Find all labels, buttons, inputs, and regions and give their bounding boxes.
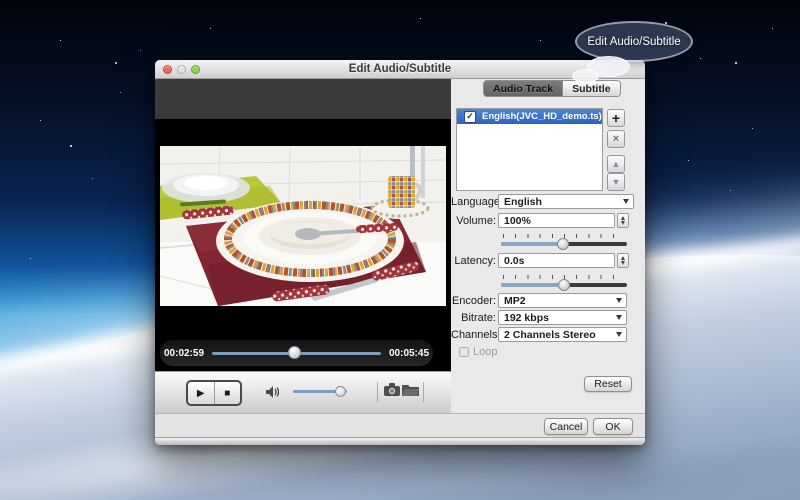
volume-label: Volume: <box>451 215 496 227</box>
play-button[interactable]: ▶ <box>188 382 215 404</box>
latency-input[interactable]: 0.0s <box>498 253 615 268</box>
channels-dropdown[interactable]: 2 Channels Stereo <box>498 327 627 342</box>
ok-button[interactable]: OK <box>593 418 633 435</box>
starfield-bright <box>0 0 2 2</box>
window-content: 00:02:59 00:05:45 ▶ ■ <box>155 79 645 413</box>
seek-slider-thumb[interactable] <box>288 346 301 359</box>
encoder-label: Encoder: <box>451 295 496 307</box>
dropdown-arrow-icon <box>616 332 622 337</box>
total-time: 00:05:45 <box>385 348 433 359</box>
current-time: 00:02:59 <box>160 348 208 359</box>
tab-audio-track[interactable]: Audio Track <box>484 81 562 96</box>
latency-stepper[interactable] <box>617 253 629 268</box>
dialog-footer: Cancel OK <box>155 413 645 438</box>
loop-checkbox[interactable] <box>459 347 469 357</box>
open-folder-icon[interactable] <box>402 383 419 396</box>
annotation-label: Edit Audio/Subtitle <box>587 36 680 48</box>
video-preview-panel: 00:02:59 00:05:45 ▶ ■ <box>155 79 451 413</box>
speaker-icon <box>265 384 283 400</box>
channels-value: 2 Channels Stereo <box>504 329 596 341</box>
tab-bar: Audio Track Subtitle <box>483 80 621 97</box>
track-label: English(JVC_HD_demo.ts) <box>482 111 602 122</box>
dropdown-arrow-icon <box>616 298 622 303</box>
language-value: English <box>504 196 542 208</box>
dropdown-arrow-icon <box>623 199 629 204</box>
tab-subtitle[interactable]: Subtitle <box>562 81 620 96</box>
track-checkbox[interactable]: ✓ <box>464 111 476 123</box>
volume-value: 100% <box>504 215 531 227</box>
dropdown-arrow-icon <box>616 315 622 320</box>
volume-level-slider[interactable] <box>501 234 627 248</box>
desktop: Edit Audio/Subtitle <box>0 0 800 500</box>
audio-settings-panel: Audio Track Subtitle ✓ English(JVC_HD_de… <box>451 79 645 413</box>
slider-fill <box>501 283 564 287</box>
volume-stepper[interactable] <box>617 213 629 228</box>
cancel-button[interactable]: Cancel <box>544 418 588 435</box>
list-item[interactable]: ✓ English(JVC_HD_demo.ts) <box>457 109 602 124</box>
move-down-button[interactable]: ▼ <box>607 173 625 191</box>
divider <box>377 382 378 402</box>
remove-track-button[interactable]: × <box>607 130 625 148</box>
slider-thumb[interactable] <box>557 238 569 250</box>
slider-thumb[interactable] <box>558 279 570 291</box>
latency-value: 0.0s <box>504 255 524 267</box>
window-bottom-edge <box>155 437 645 445</box>
encoder-dropdown[interactable]: MP2 <box>498 293 627 308</box>
language-dropdown[interactable]: English <box>498 194 634 209</box>
edit-audio-subtitle-window: Edit Audio/Subtitle <box>155 60 645 445</box>
transport-buttons: ▶ ■ <box>186 380 242 406</box>
annotation-callout: Edit Audio/Subtitle <box>575 21 693 62</box>
callout-trail-small <box>572 69 599 83</box>
reset-button[interactable]: Reset <box>584 376 632 392</box>
bitrate-label: Bitrate: <box>451 312 496 324</box>
encoder-value: MP2 <box>504 295 526 307</box>
volume-slider[interactable] <box>293 390 347 393</box>
divider <box>423 382 424 402</box>
channels-label: Channels: <box>451 329 496 341</box>
language-label: Language: <box>451 196 496 208</box>
slider-fill <box>501 242 563 246</box>
add-track-button[interactable]: + <box>607 109 625 127</box>
loop-label: Loop <box>473 346 497 358</box>
audio-track-list[interactable]: ✓ English(JVC_HD_demo.ts) <box>456 108 603 191</box>
seek-slider[interactable] <box>212 352 381 355</box>
stop-icon: ■ <box>224 388 230 399</box>
video-frame-illustration <box>160 146 446 306</box>
volume-slider-thumb[interactable] <box>335 386 346 397</box>
bitrate-value: 192 kbps <box>504 312 549 324</box>
stop-button[interactable]: ■ <box>215 382 241 404</box>
video-letterbox-top <box>155 79 451 119</box>
playback-time-strip: 00:02:59 00:05:45 <box>160 340 433 366</box>
move-up-button[interactable]: ▲ <box>607 155 625 173</box>
player-controls-bar: ▶ ■ <box>155 371 451 413</box>
bitrate-dropdown[interactable]: 192 kbps <box>498 310 627 325</box>
latency-label: Latency: <box>451 255 496 267</box>
play-icon: ▶ <box>197 388 205 399</box>
loop-option: Loop <box>459 346 497 358</box>
latency-slider[interactable] <box>501 275 627 289</box>
snapshot-camera-icon[interactable] <box>384 383 400 396</box>
volume-input[interactable]: 100% <box>498 213 615 228</box>
